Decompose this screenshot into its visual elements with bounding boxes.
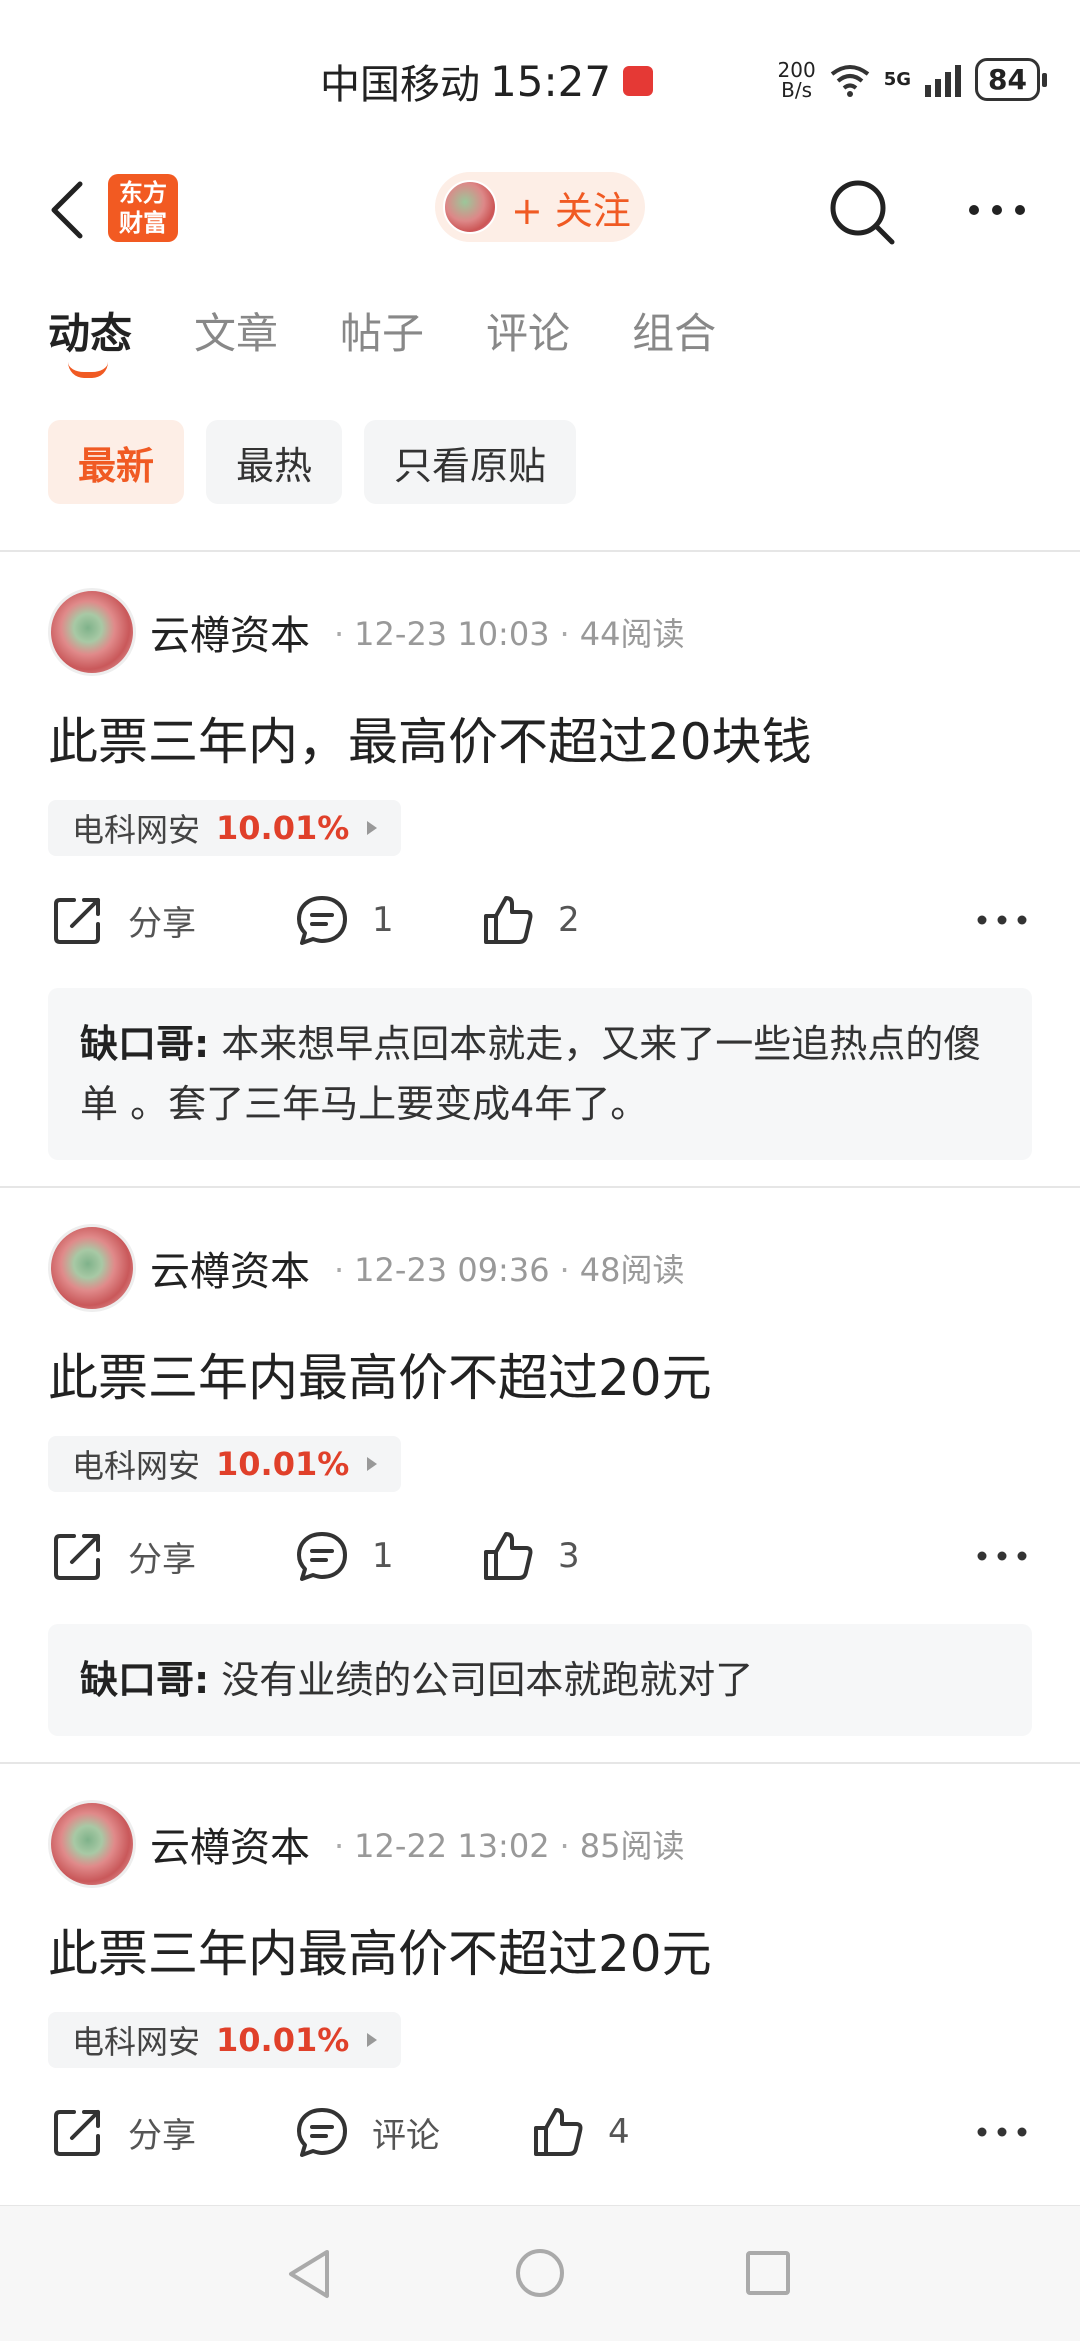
post-title[interactable]: 此票三年内最高价不超过20元 <box>48 1338 712 1410</box>
follow-button[interactable]: + 关注 <box>435 172 645 242</box>
nav-home-icon[interactable] <box>515 2248 565 2298</box>
post-more-button[interactable] <box>974 1528 1030 1584</box>
post-title[interactable]: 此票三年内，最高价不超过20块钱 <box>48 702 812 774</box>
post-actions: 分享 1 2 <box>50 892 1030 972</box>
reply-preview[interactable]: 缺口哥: 本来想早点回本就走，又来了一些追热点的傻 单 。套了三年马上要变成4年… <box>48 988 1032 1160</box>
reply-text: 本来想早点回本就走，又来了一些追热点的傻 单 。套了三年马上要变成4年了。 <box>80 1022 982 1126</box>
nav-back-icon[interactable] <box>285 2248 335 2300</box>
search-icon[interactable] <box>828 178 896 246</box>
more-options-icon <box>977 2127 1027 2137</box>
stock-name: 电科网安 <box>72 811 201 849</box>
triangle-right-icon <box>367 1457 378 1471</box>
avatar[interactable] <box>48 588 136 676</box>
reply-text: 没有业绩的公司回本就跑就对了 <box>221 1658 754 1702</box>
more-options-icon[interactable] <box>962 190 1032 230</box>
tab-posts[interactable]: 帖子 <box>340 300 424 361</box>
reply-author: 缺口哥: <box>80 1658 210 1702</box>
status-right: 200 B/s 5G 84 <box>777 57 1047 102</box>
app-header: 东方财富 + 关注 <box>0 160 1080 260</box>
filter-original-only[interactable]: 只看原贴 <box>364 420 577 504</box>
tab-portfolio[interactable]: 组合 <box>632 300 716 361</box>
stock-change: 10.01% <box>216 2021 350 2059</box>
post-more-button[interactable] <box>974 2104 1030 2160</box>
post-meta: · 12-22 13:02 · 85阅读 <box>334 1827 685 1865</box>
thumbs-up-icon <box>484 1532 533 1580</box>
stock-tag[interactable]: 电科网安 10.01% <box>48 800 402 856</box>
stock-change: 10.01% <box>216 809 350 847</box>
reply-author: 缺口哥: <box>80 1022 210 1066</box>
active-tab-indicator <box>68 362 108 378</box>
username[interactable]: 云樽资本 <box>150 1239 310 1297</box>
profile-tabs: 动态 文章 帖子 评论 组合 <box>48 300 716 378</box>
filter-hottest[interactable]: 最热 <box>206 420 343 504</box>
post-meta: · 12-23 10:03 · 44阅读 <box>334 615 685 653</box>
notification-icon <box>623 66 654 96</box>
like-button[interactable]: 3 <box>480 1528 580 1584</box>
thumbs-up-icon <box>534 2108 583 2156</box>
comment-icon <box>297 896 347 945</box>
post-card[interactable]: 云樽资本 · 12-22 13:02 · 85阅读 此票三年内最高价不超过20元 电科… <box>0 1764 1080 2204</box>
battery-indicator: 84 <box>975 58 1047 101</box>
carrier-label: 中国移动 <box>320 62 480 108</box>
comment-button[interactable]: 1 <box>294 1528 394 1584</box>
tab-articles[interactable]: 文章 <box>194 300 278 361</box>
post-more-button[interactable] <box>974 892 1030 948</box>
avatar[interactable] <box>48 1800 136 1888</box>
more-options-icon <box>977 915 1027 925</box>
follow-label: + 关注 <box>511 188 631 233</box>
comment-icon <box>297 1532 347 1581</box>
post-author-row: 云樽资本 · 12-23 10:03 · 44阅读 <box>48 588 684 676</box>
stock-change: 10.01% <box>216 1445 350 1483</box>
thumbs-up-icon <box>484 896 533 944</box>
more-options-icon <box>977 1551 1027 1561</box>
post-card[interactable]: 云樽资本 · 12-23 10:03 · 44阅读 此票三年内，最高价不超过20块钱 … <box>0 552 1080 1186</box>
comment-icon <box>297 2108 347 2157</box>
status-bar: 中国移动 15:27 200 B/s 5G 84 <box>0 0 1080 160</box>
share-icon <box>54 1534 100 1580</box>
triangle-right-icon <box>367 2033 378 2047</box>
back-arrow-icon[interactable] <box>40 178 100 242</box>
like-button[interactable]: 2 <box>480 892 580 948</box>
triangle-right-icon <box>367 821 378 835</box>
post-author-row: 云樽资本 · 12-23 09:36 · 48阅读 <box>48 1224 684 1312</box>
post-title[interactable]: 此票三年内最高价不超过20元 <box>48 1914 712 1986</box>
tab-dynamic[interactable]: 动态 <box>48 300 132 378</box>
post-card[interactable]: 云樽资本 · 12-23 09:36 · 48阅读 此票三年内最高价不超过20元 电科… <box>0 1188 1080 1762</box>
stock-name: 电科网安 <box>72 2023 201 2061</box>
post-actions: 分享 评论 4 <box>50 2104 1030 2184</box>
avatar[interactable] <box>48 1224 136 1312</box>
wifi-icon <box>830 64 869 97</box>
reply-preview[interactable]: 缺口哥: 没有业绩的公司回本就跑就对了 <box>48 1624 1032 1736</box>
app-logo: 东方财富 <box>108 174 178 242</box>
share-button[interactable]: 分享 <box>50 1528 196 1584</box>
like-button[interactable]: 4 <box>530 2104 630 2160</box>
status-center: 中国移动 15:27 <box>320 52 654 110</box>
net-speed: 200 B/s <box>777 57 816 102</box>
share-icon <box>54 898 100 944</box>
clock: 15:27 <box>490 56 612 106</box>
tab-comments[interactable]: 评论 <box>486 300 570 361</box>
post-meta: · 12-23 09:36 · 48阅读 <box>334 1251 685 1289</box>
network-type: 5G <box>883 69 912 90</box>
system-nav-bar <box>0 2205 1080 2341</box>
stock-name: 电科网安 <box>72 1447 201 1485</box>
share-button[interactable]: 分享 <box>50 2104 196 2160</box>
share-button[interactable]: 分享 <box>50 892 196 948</box>
stock-tag[interactable]: 电科网安 10.01% <box>48 1436 402 1492</box>
nav-recents-icon[interactable] <box>745 2250 791 2296</box>
username[interactable]: 云樽资本 <box>150 1815 310 1873</box>
signal-icon <box>925 64 962 97</box>
comment-button[interactable]: 1 <box>294 892 394 948</box>
filter-chips: 最新 最热 只看原贴 <box>48 420 577 504</box>
user-avatar <box>443 180 497 234</box>
stock-tag[interactable]: 电科网安 10.01% <box>48 2012 402 2068</box>
username[interactable]: 云樽资本 <box>150 603 310 661</box>
share-icon <box>54 2110 100 2156</box>
comment-button[interactable]: 评论 <box>294 2104 440 2160</box>
filter-latest[interactable]: 最新 <box>48 420 185 504</box>
post-author-row: 云樽资本 · 12-22 13:02 · 85阅读 <box>48 1800 684 1888</box>
post-actions: 分享 1 3 <box>50 1528 1030 1608</box>
